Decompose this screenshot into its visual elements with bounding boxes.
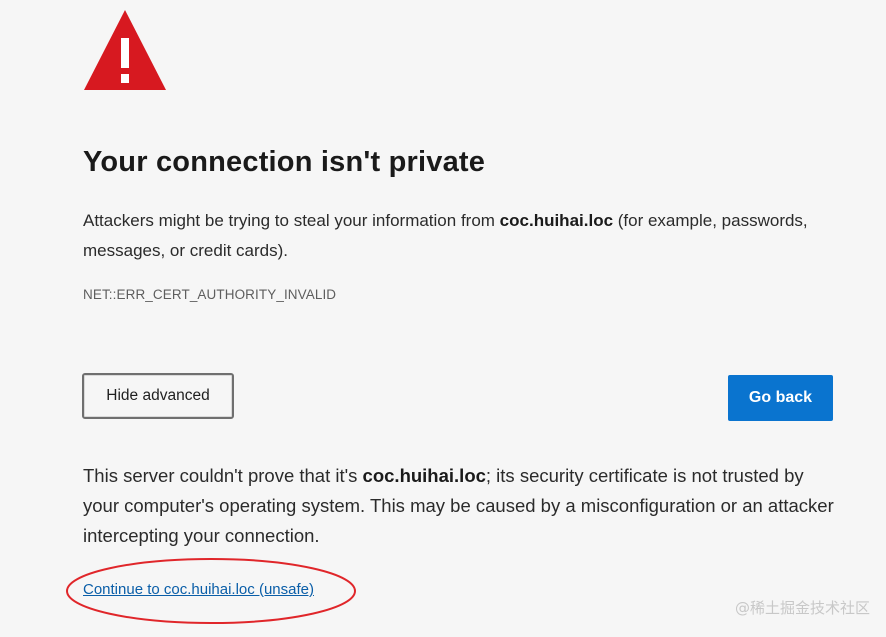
page-title: Your connection isn't private [83, 146, 486, 178]
error-code: NET::ERR_CERT_AUTHORITY_INVALID [83, 287, 337, 302]
details-text-before: This server couldn't prove that it's [83, 465, 363, 486]
go-back-button[interactable]: Go back [728, 375, 833, 421]
warning-triangle-icon [84, 10, 166, 90]
details-host: coc.huihai.loc [362, 465, 486, 486]
advanced-details-text: This server couldn't prove that it's coc… [83, 461, 843, 551]
intro-text: Attackers might be trying to steal your … [83, 206, 853, 266]
hide-advanced-button[interactable]: Hide advanced [82, 373, 234, 419]
annotation-circle [66, 558, 356, 624]
watermark: @稀土掘金技术社区 [734, 599, 870, 617]
intro-host: coc.huihai.loc [499, 211, 614, 230]
intro-text-before: Attackers might be trying to steal your … [83, 211, 500, 230]
ssl-error-page: Your connection isn't private Attackers … [0, 0, 886, 637]
